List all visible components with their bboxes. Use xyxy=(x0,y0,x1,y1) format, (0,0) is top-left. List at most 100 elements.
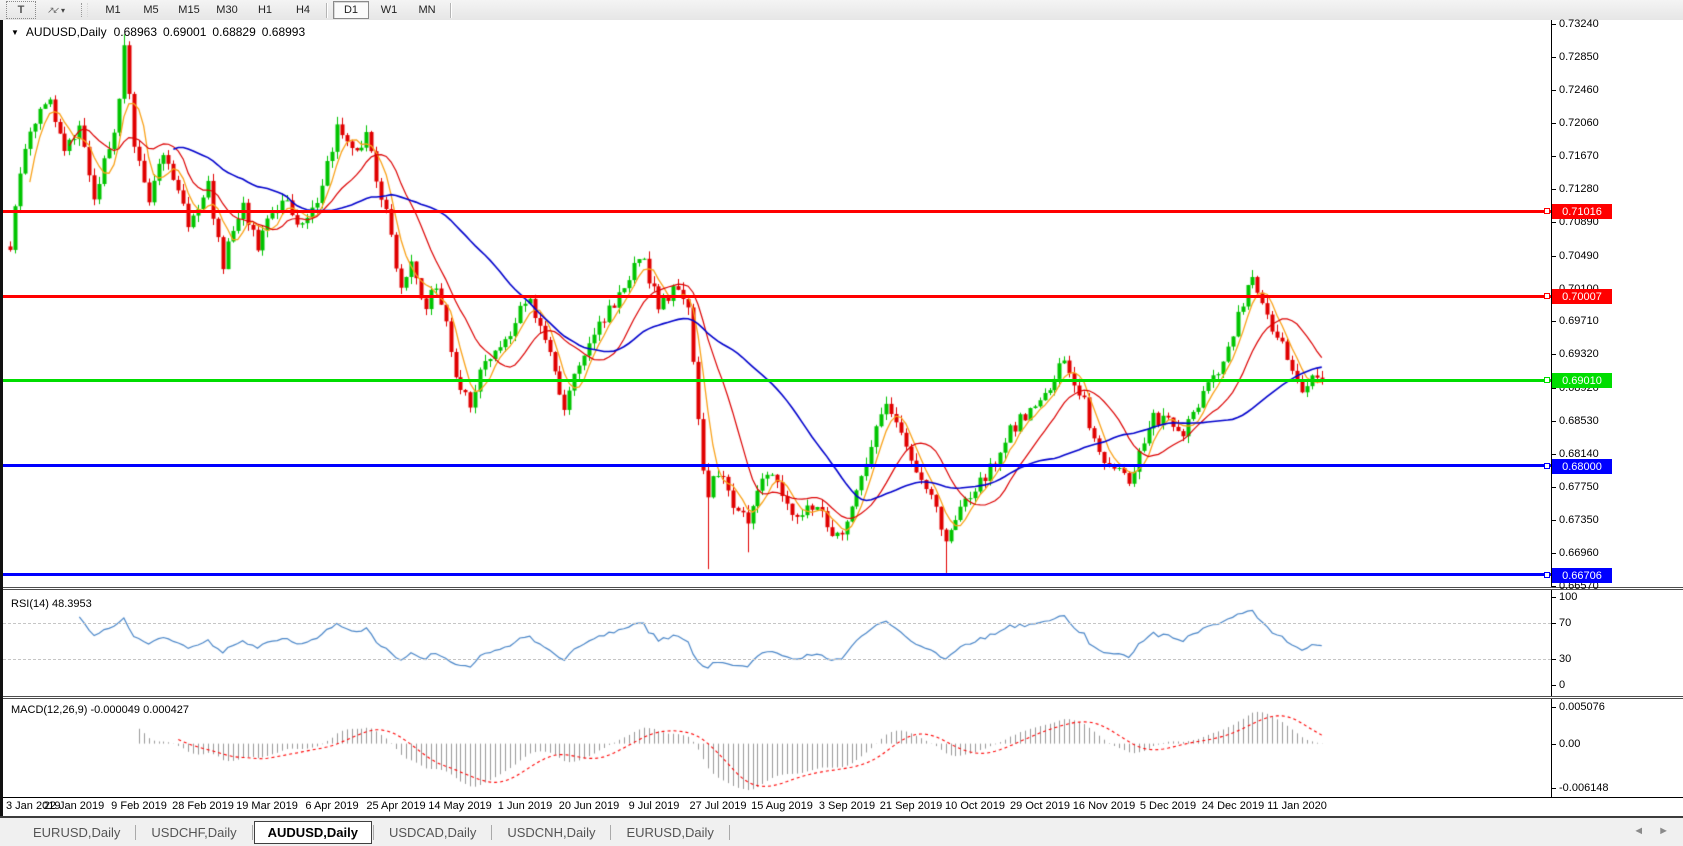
timeframe-button-d1[interactable]: D1 xyxy=(333,1,369,19)
hline-anchor-square[interactable] xyxy=(1544,293,1550,299)
rsi-tick-label: 100 xyxy=(1559,591,1577,603)
rsi-tick-mark xyxy=(1551,623,1556,624)
rsi-tick-mark xyxy=(1551,685,1556,686)
macd-tick-mark xyxy=(1551,744,1556,745)
timeframe-button-h1[interactable]: H1 xyxy=(247,1,283,19)
price-tick-mark xyxy=(1551,321,1556,322)
chart-tab-usdcad[interactable]: USDCAD,Daily xyxy=(375,822,490,843)
rsi-tick-label: 0 xyxy=(1559,679,1565,691)
price-tick-label: 0.71670 xyxy=(1559,150,1599,162)
tab-scroll-left-icon[interactable]: ◄ xyxy=(1633,825,1644,837)
hline-level-0.71016[interactable] xyxy=(3,210,1551,213)
timeframe-button-mn[interactable]: MN xyxy=(409,1,445,19)
hline-anchor-square[interactable] xyxy=(1544,377,1550,383)
price-tick-mark xyxy=(1551,454,1556,455)
timeframe-button-h4[interactable]: H4 xyxy=(285,1,321,19)
price-tick-label: 0.72460 xyxy=(1559,84,1599,96)
collapse-triangle-icon[interactable]: ▼ xyxy=(11,28,19,37)
date-axis-separator xyxy=(3,797,1683,798)
date-tick-label: 11 Jan 2020 xyxy=(1267,800,1327,812)
price-tick-mark xyxy=(1551,388,1556,389)
timeframe-button-m15[interactable]: M15 xyxy=(171,1,207,19)
rsi-level-line xyxy=(3,623,1551,624)
price-badge-0.71016: 0.71016 xyxy=(1552,204,1612,219)
date-tick-label: 22 Jan 2019 xyxy=(44,800,105,812)
date-tick-label: 28 Feb 2019 xyxy=(172,800,234,812)
macd-tick-label: 0.00 xyxy=(1559,738,1580,750)
date-tick-label: 19 Mar 2019 xyxy=(236,800,298,812)
date-tick-label: 9 Feb 2019 xyxy=(111,800,167,812)
price-tick-mark xyxy=(1551,57,1556,58)
price-tick-label: 0.67750 xyxy=(1559,481,1599,493)
rsi-tick-label: 70 xyxy=(1559,617,1571,629)
date-tick-label: 15 Aug 2019 xyxy=(751,800,813,812)
tab-separator xyxy=(373,825,374,840)
price-tick-mark xyxy=(1551,123,1556,124)
toolbar-divider xyxy=(326,3,328,18)
hline-level-0.69010[interactable] xyxy=(3,379,1551,382)
date-tick-label: 29 Oct 2019 xyxy=(1010,800,1070,812)
text-tool-button[interactable]: T xyxy=(6,1,36,19)
date-tick-label: 24 Dec 2019 xyxy=(1202,800,1264,812)
symbol-period-label: AUDUSD,Daily xyxy=(26,25,107,39)
timeframe-button-m30[interactable]: M30 xyxy=(209,1,245,19)
price-tick-label: 0.66960 xyxy=(1559,547,1599,559)
price-badge-0.69010: 0.69010 xyxy=(1552,373,1612,388)
macd-tick-mark xyxy=(1551,788,1556,789)
date-tick-label: 6 Apr 2019 xyxy=(305,800,358,812)
price-tick-label: 0.70490 xyxy=(1559,250,1599,262)
rsi-level-line xyxy=(3,659,1551,660)
price-tick-label: 0.69320 xyxy=(1559,348,1599,360)
chart-tab-usdcnh[interactable]: USDCNH,Daily xyxy=(493,822,609,843)
panel-separator-rsi[interactable] xyxy=(3,587,1683,590)
macd-label: MACD(12,26,9) -0.000049 0.000427 xyxy=(11,704,189,716)
chart-tab-bar: EURUSD,DailyUSDCHF,DailyAUDUSD,DailyUSDC… xyxy=(0,816,1683,846)
tab-separator xyxy=(135,825,136,840)
date-tick-label: 25 Apr 2019 xyxy=(366,800,425,812)
hline-anchor-square[interactable] xyxy=(1544,572,1550,578)
price-tick-mark xyxy=(1551,553,1556,554)
timeframe-button-m1[interactable]: M1 xyxy=(95,1,131,19)
hline-level-0.68000[interactable] xyxy=(3,464,1551,467)
hline-anchor-square[interactable] xyxy=(1544,208,1550,214)
date-tick-label: 1 Jun 2019 xyxy=(498,800,552,812)
rsi-tick-mark xyxy=(1551,597,1556,598)
date-tick-label: 16 Nov 2019 xyxy=(1073,800,1135,812)
macd-tick-label: 0.005076 xyxy=(1559,701,1605,713)
hline-level-0.70007[interactable] xyxy=(3,295,1551,298)
high-value: 0.69001 xyxy=(163,25,206,39)
chart-tab-audusd-active[interactable]: AUDUSD,Daily xyxy=(254,821,372,844)
price-tick-mark xyxy=(1551,189,1556,190)
rsi-indicator-canvas[interactable] xyxy=(3,592,1552,697)
hline-anchor-square[interactable] xyxy=(1544,463,1550,469)
chart-tab-eurusd[interactable]: EURUSD,Daily xyxy=(19,822,134,843)
panel-separator-macd[interactable] xyxy=(3,696,1683,699)
chart-window: ▼ AUDUSD,Daily 0.68963 0.69001 0.68829 0… xyxy=(0,20,1683,816)
macd-indicator-canvas[interactable] xyxy=(3,700,1552,797)
chevron-down-icon: ▾ xyxy=(61,6,65,15)
chart-tab-eurusd[interactable]: EURUSD,Daily xyxy=(612,822,727,843)
price-tick-label: 0.73240 xyxy=(1559,18,1599,30)
tab-scroll-right-icon[interactable]: ► xyxy=(1658,825,1669,837)
price-tick-mark xyxy=(1551,156,1556,157)
date-tick-label: 10 Oct 2019 xyxy=(945,800,1005,812)
date-tick-label: 5 Dec 2019 xyxy=(1140,800,1196,812)
price-tick-label: 0.71280 xyxy=(1559,183,1599,195)
price-tick-label: 0.72850 xyxy=(1559,51,1599,63)
price-tick-mark xyxy=(1551,520,1556,521)
tab-strip: EURUSD,DailyUSDCHF,DailyAUDUSD,DailyUSDC… xyxy=(18,821,730,844)
hline-level-0.66706[interactable] xyxy=(3,573,1551,576)
price-tick-mark xyxy=(1551,222,1556,223)
chart-tab-usdchf[interactable]: USDCHF,Daily xyxy=(137,822,250,843)
timeframe-button-m5[interactable]: M5 xyxy=(133,1,169,19)
price-tick-mark xyxy=(1551,487,1556,488)
price-tick-mark xyxy=(1551,421,1556,422)
price-tick-mark xyxy=(1551,90,1556,91)
candlestick-chart-canvas[interactable] xyxy=(3,20,1552,590)
open-value: 0.68963 xyxy=(114,25,157,39)
arrows-icon: ↗↙ xyxy=(47,5,58,16)
timeframe-button-w1[interactable]: W1 xyxy=(371,1,407,19)
arrows-tool-button[interactable]: ↗↙ ▾ xyxy=(38,1,74,19)
price-tick-label: 0.68530 xyxy=(1559,415,1599,427)
price-tick-mark xyxy=(1551,586,1556,587)
